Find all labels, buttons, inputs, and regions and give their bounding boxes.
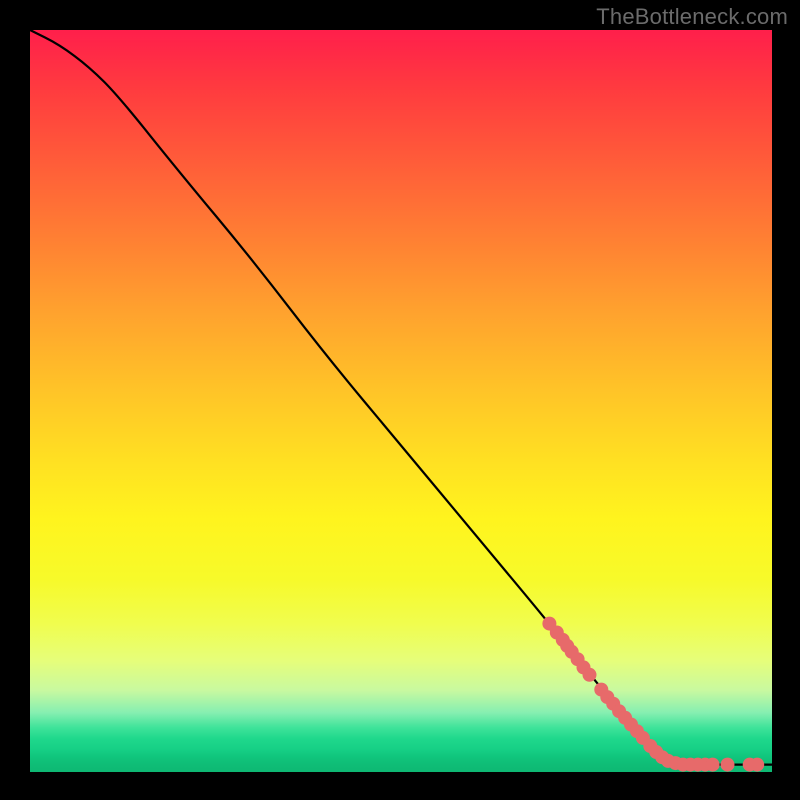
data-point [721,758,735,772]
curve-path [30,30,772,765]
data-point [583,668,597,682]
chart-frame: TheBottleneck.com [0,0,800,800]
watermark-text: TheBottleneck.com [596,4,788,30]
data-point [750,758,764,772]
data-point [706,758,720,772]
points-group [542,617,764,772]
plot-area [30,30,772,772]
chart-svg [30,30,772,772]
